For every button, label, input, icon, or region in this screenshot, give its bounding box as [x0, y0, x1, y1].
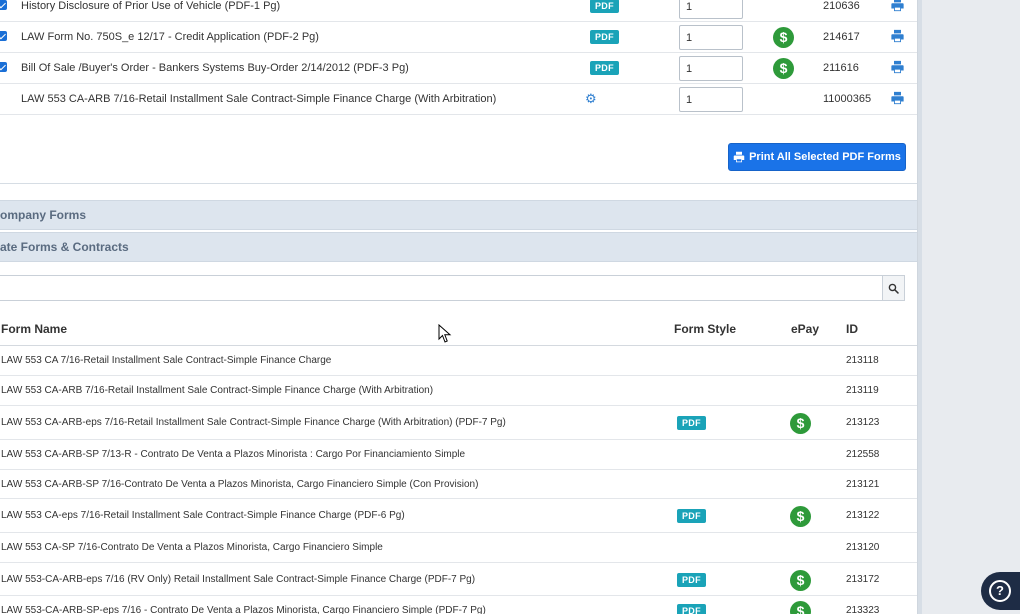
pdf-badge: PDF	[590, 61, 619, 75]
mouse-cursor-icon	[438, 324, 452, 343]
row-checkbox[interactable]	[0, 0, 7, 10]
table-row[interactable]: LAW 553 CA-SP 7/16-Contrato De Venta a P…	[0, 533, 917, 563]
form-id: 213121	[846, 479, 880, 490]
form-id: 213323	[846, 605, 880, 614]
selected-form-row: Bill Of Sale /Buyer's Order - Bankers Sy…	[0, 53, 917, 84]
quantity-input[interactable]	[679, 56, 743, 81]
form-name[interactable]: LAW 553 CA 7/16-Retail Installment Sale …	[1, 355, 331, 366]
form-id: 213122	[846, 510, 880, 521]
pdf-badge: PDF	[590, 30, 619, 44]
column-header-form-style[interactable]: Form Style	[674, 322, 736, 336]
form-id: 213118	[846, 355, 879, 366]
form-id: 214617	[823, 31, 860, 43]
form-search	[0, 275, 905, 301]
form-name[interactable]: LAW 553 CA-ARB-SP 7/13-R - Contrato De V…	[1, 449, 465, 460]
print-icon[interactable]	[890, 91, 905, 105]
form-name[interactable]: LAW 553-CA-ARB-eps 7/16 (RV Only) Retail…	[1, 574, 475, 585]
selected-form-name: LAW 553 CA-ARB 7/16-Retail Installment S…	[21, 93, 497, 105]
form-search-input[interactable]	[0, 276, 881, 300]
column-header-form-name[interactable]: Form Name	[1, 322, 67, 336]
selected-form-row: History Disclosure of Prior Use of Vehic…	[0, 0, 917, 22]
forms-panel: History Disclosure of Prior Use of Vehic…	[0, 0, 918, 614]
quantity-input[interactable]	[679, 25, 743, 50]
print-icon[interactable]	[890, 60, 905, 74]
print-icon[interactable]	[890, 0, 905, 12]
quantity-input[interactable]	[679, 87, 743, 112]
quantity-input[interactable]	[679, 0, 743, 19]
epay-dollar-icon: $	[790, 570, 811, 591]
table-row[interactable]: LAW 553-CA-ARB-eps 7/16 (RV Only) Retail…	[0, 563, 917, 596]
section-company-forms[interactable]: ompany Forms	[0, 200, 917, 230]
column-header-epay[interactable]: ePay	[791, 322, 819, 336]
pdf-badge: PDF	[677, 573, 706, 587]
help-icon: ?	[989, 580, 1011, 602]
pdf-badge: PDF	[677, 509, 706, 523]
form-name[interactable]: LAW 553 CA-eps 7/16-Retail Installment S…	[1, 510, 405, 521]
gear-icon[interactable]: ⚙	[585, 91, 597, 107]
divider	[0, 183, 917, 184]
printer-icon	[733, 151, 745, 163]
table-row[interactable]: LAW 553 CA-eps 7/16-Retail Installment S…	[0, 499, 917, 533]
column-header-id[interactable]: ID	[846, 322, 858, 336]
print-all-selected-button[interactable]: Print All Selected PDF Forms	[728, 143, 906, 171]
print-icon[interactable]	[890, 29, 905, 43]
form-name[interactable]: LAW 553-CA-ARB-SP-eps 7/16 - Contrato De…	[1, 605, 486, 614]
form-id: 11000365	[823, 93, 872, 105]
help-button[interactable]: ?	[981, 572, 1020, 610]
selected-form-name: History Disclosure of Prior Use of Vehic…	[21, 0, 281, 12]
selected-form-name: Bill Of Sale /Buyer's Order - Bankers Sy…	[21, 62, 409, 74]
form-id: 213120	[846, 542, 880, 553]
selected-form-row: LAW 553 CA-ARB 7/16-Retail Installment S…	[0, 84, 917, 115]
pdf-badge: PDF	[677, 604, 706, 614]
form-name[interactable]: LAW 553 CA-SP 7/16-Contrato De Venta a P…	[1, 542, 383, 553]
form-id: 211616	[823, 62, 859, 74]
selected-form-name: LAW Form No. 750S_e 12/17 - Credit Appli…	[21, 31, 319, 43]
search-icon	[888, 283, 899, 294]
table-row[interactable]: LAW 553 CA-ARB 7/16-Retail Installment S…	[0, 376, 917, 406]
table-row[interactable]: LAW 553 CA-ARB-eps 7/16-Retail Installme…	[0, 406, 917, 440]
table-row[interactable]: LAW 553 CA-ARB-SP 7/13-R - Contrato De V…	[0, 440, 917, 470]
epay-dollar-icon: $	[773, 58, 794, 79]
pdf-badge: PDF	[677, 416, 706, 430]
pdf-badge: PDF	[590, 0, 619, 13]
panel-edge	[918, 0, 922, 614]
form-name[interactable]: LAW 553 CA-ARB 7/16-Retail Installment S…	[1, 385, 433, 396]
form-id: 213119	[846, 385, 879, 396]
epay-dollar-icon: $	[773, 27, 794, 48]
print-all-selected-label: Print All Selected PDF Forms	[749, 151, 901, 163]
table-row[interactable]: LAW 553 CA-ARB-SP 7/16-Contrato De Venta…	[0, 470, 917, 499]
form-id: 213123	[846, 417, 880, 428]
search-button[interactable]	[882, 276, 904, 300]
row-checkbox[interactable]	[0, 62, 7, 72]
form-id: 213172	[846, 574, 880, 585]
epay-dollar-icon: $	[790, 413, 811, 434]
form-id: 212558	[846, 449, 880, 460]
form-name[interactable]: LAW 553 CA-ARB-SP 7/16-Contrato De Venta…	[1, 479, 478, 490]
row-checkbox[interactable]	[0, 31, 7, 41]
form-name[interactable]: LAW 553 CA-ARB-eps 7/16-Retail Installme…	[1, 417, 506, 428]
form-id: 210636	[823, 0, 860, 12]
table-row[interactable]: LAW 553 CA 7/16-Retail Installment Sale …	[0, 346, 917, 376]
selected-form-row: LAW Form No. 750S_e 12/17 - Credit Appli…	[0, 22, 917, 53]
epay-dollar-icon: $	[790, 506, 811, 527]
epay-dollar-icon: $	[790, 601, 811, 614]
section-state-forms[interactable]: ate Forms & Contracts	[0, 232, 917, 262]
table-row[interactable]: LAW 553-CA-ARB-SP-eps 7/16 - Contrato De…	[0, 596, 917, 614]
